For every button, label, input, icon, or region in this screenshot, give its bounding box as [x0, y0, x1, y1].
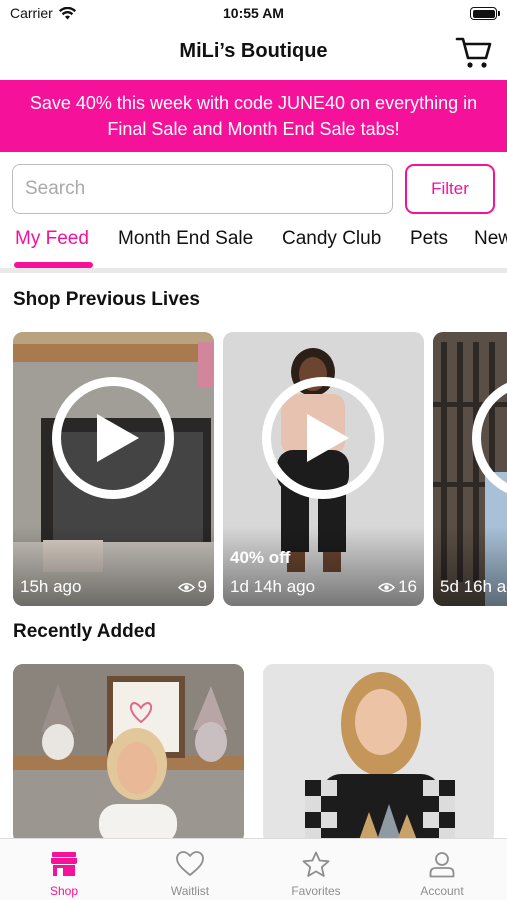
section-title-recently-added: Recently Added [13, 621, 156, 642]
live-video-card[interactable]: 5d 16h ago [433, 332, 507, 606]
status-bar: Carrier 10:55 AM [0, 0, 507, 28]
category-tabs: My Feed Month End Sale Candy Club Pets N… [0, 224, 507, 268]
tab-pets[interactable]: Pets [410, 228, 448, 250]
star-icon [302, 851, 330, 877]
eye-icon [378, 582, 396, 592]
live-view-count: 9 [197, 577, 207, 596]
tab-candy-club[interactable]: Candy Club [282, 228, 381, 250]
play-button[interactable] [52, 377, 174, 499]
filter-button[interactable]: Filter [405, 164, 495, 214]
product-image [13, 664, 244, 844]
play-button[interactable] [262, 377, 384, 499]
tab-my-feed[interactable]: My Feed [15, 228, 89, 250]
tab-bar-waitlist[interactable]: Waitlist [127, 839, 253, 900]
heart-icon [176, 851, 204, 876]
promo-text: Save 40% this week with code JUNE40 on e… [29, 93, 478, 139]
live-time: 5d 16h ago [440, 577, 507, 596]
tab-bar-label: Account [420, 884, 464, 898]
product-card[interactable] [13, 664, 244, 844]
product-card[interactable] [263, 664, 494, 844]
discount-badge: 40% off [230, 548, 291, 567]
battery-icon [470, 7, 500, 20]
play-icon [307, 414, 349, 462]
tab-bar-label: Shop [49, 884, 79, 898]
live-time: 1d 14h ago [230, 577, 316, 596]
tab-bar-shop[interactable]: Shop [1, 839, 127, 900]
live-views: 16 [378, 577, 417, 597]
live-views: 9 [177, 577, 207, 597]
person-icon [429, 851, 455, 877]
tab-month-end-sale[interactable]: Month End Sale [118, 228, 253, 250]
promo-banner[interactable]: Save 40% this week with code JUNE40 on e… [0, 80, 507, 152]
tab-bar-favorites[interactable]: Favorites [253, 839, 379, 900]
live-video-card[interactable]: 40% off 1d 14h ago 16 [223, 332, 424, 606]
live-view-count: 16 [398, 577, 417, 596]
search-input[interactable] [12, 164, 393, 214]
play-icon [97, 414, 139, 462]
cart-button[interactable] [455, 34, 493, 70]
cart-icon [455, 37, 492, 68]
tab-new[interactable]: New [474, 228, 507, 250]
tab-bar-account[interactable]: Account [379, 839, 505, 900]
live-video-card[interactable]: 15h ago 9 [13, 332, 214, 606]
live-time: 15h ago [20, 577, 82, 596]
tab-bar-label: Favorites [291, 884, 341, 898]
page-title: MiLi’s Boutique [179, 40, 328, 62]
bottom-tab-bar: Shop Waitlist Favorites Account [0, 838, 507, 900]
shop-icon [51, 852, 77, 876]
nav-bar: MiLi’s Boutique [0, 30, 507, 76]
eye-icon [177, 582, 195, 592]
tab-bar-label: Waitlist [170, 884, 210, 898]
previous-lives-carousel[interactable]: 15h ago 9 40% off 1d 14h ago 16 5d 16h a [0, 332, 507, 606]
divider [0, 268, 507, 273]
section-title-previous-lives: Shop Previous Lives [13, 289, 200, 310]
status-time: 10:55 AM [223, 5, 284, 21]
product-image [263, 664, 494, 844]
